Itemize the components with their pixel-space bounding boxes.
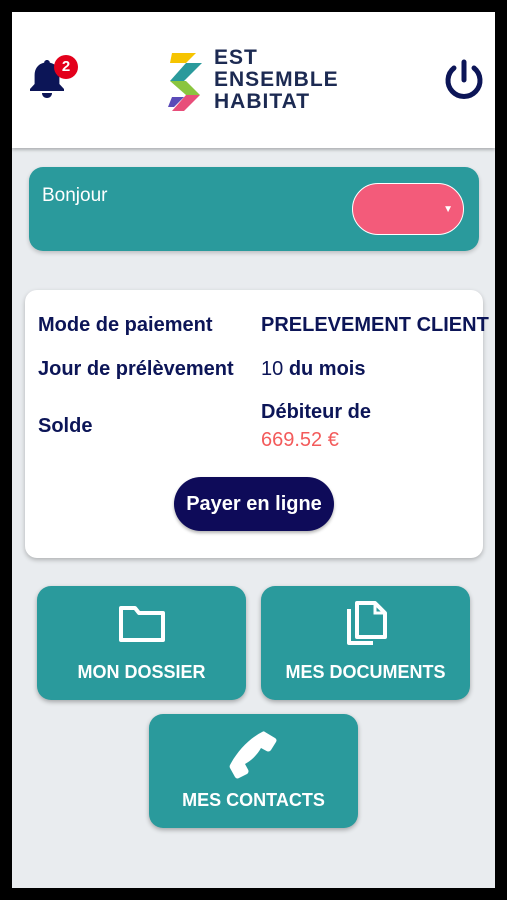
account-card: Mode de paiement PRELEVEMENT CLIENT Jour… [25, 290, 489, 558]
debit-day-suffix: du mois [288, 358, 366, 380]
payment-mode-value: PRELEVEMENT CLIENT [261, 314, 489, 336]
my-file-label: MON DOSSIER [77, 662, 206, 682]
documents-icon [347, 601, 387, 645]
app-screen: 2 EST ENSEMBLE HABITAT Bonjour ▼ Mode de… [12, 12, 495, 888]
logo: EST ENSEMBLE HABITAT [166, 47, 346, 117]
balance-label: Solde [38, 415, 93, 437]
payment-mode-label: Mode de paiement [38, 314, 213, 336]
logo-line-1: EST [214, 46, 258, 69]
phone-icon [229, 731, 277, 779]
chevron-down-icon: ▼ [443, 204, 453, 215]
debit-day-number: 10 [261, 358, 284, 380]
my-contacts-tile[interactable]: MES CONTACTS [149, 714, 358, 828]
my-contacts-label: MES CONTACTS [182, 790, 325, 810]
my-file-tile[interactable]: MON DOSSIER [37, 586, 246, 700]
greeting-text: Bonjour [42, 185, 108, 206]
notification-badge: 2 [54, 55, 78, 79]
debit-day-label: Jour de prélèvement [38, 358, 234, 380]
power-icon[interactable] [442, 58, 486, 102]
logo-line-2: ENSEMBLE [214, 68, 339, 91]
balance-amount: 669.52 € [261, 429, 339, 451]
my-documents-label: MES DOCUMENTS [285, 662, 446, 682]
app-header: 2 EST ENSEMBLE HABITAT [12, 12, 495, 148]
pay-online-button[interactable]: Payer en ligne [174, 477, 334, 531]
logo-mark-icon [168, 53, 202, 111]
folder-icon [119, 606, 165, 642]
my-documents-tile[interactable]: MES DOCUMENTS [261, 586, 470, 700]
logo-text: EST ENSEMBLE HABITAT [214, 47, 339, 113]
balance-status: Débiteur de [261, 401, 372, 423]
logo-line-3: HABITAT [214, 90, 311, 113]
debit-day-value: 10 du mois [261, 358, 365, 381]
contract-select[interactable]: ▼ [352, 183, 464, 235]
greeting-card: Bonjour ▼ [29, 167, 479, 251]
